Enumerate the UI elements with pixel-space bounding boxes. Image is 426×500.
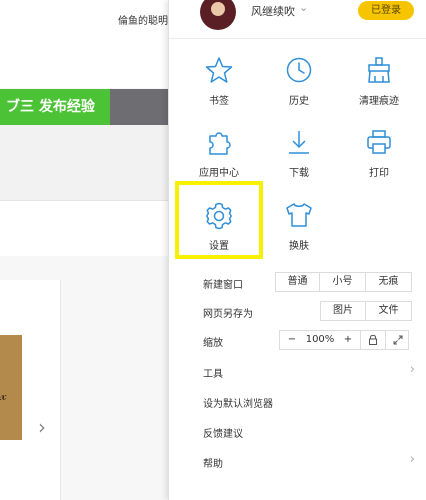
zoom-control: − 100% + bbox=[279, 330, 409, 350]
download-label: 下载 bbox=[289, 168, 309, 179]
divider bbox=[385, 331, 386, 349]
print-button[interactable]: 打印 bbox=[339, 128, 419, 188]
divider bbox=[360, 331, 361, 349]
clear-traces-button[interactable]: 清理痕迹 bbox=[339, 56, 419, 116]
feedback-label: 反馈建议 bbox=[203, 429, 243, 440]
zoom-in-button[interactable]: + bbox=[340, 331, 356, 349]
zoom-level: 100% bbox=[305, 334, 335, 345]
clear-traces-label: 清理痕迹 bbox=[359, 96, 399, 107]
shirt-icon bbox=[286, 203, 312, 227]
history-button[interactable]: 历史 bbox=[259, 56, 339, 116]
zoom-out-button[interactable]: − bbox=[284, 331, 300, 349]
username[interactable]: 风继续吹 bbox=[251, 3, 295, 19]
help-menu-item[interactable]: 帮助 › bbox=[169, 447, 426, 476]
new-window-row: 新建窗口 普通 小号 无痕 bbox=[169, 268, 426, 297]
download-button[interactable]: 下载 bbox=[259, 128, 339, 188]
clock-icon bbox=[286, 57, 312, 83]
publish-experience-button[interactable]: ブ三 发布经验 bbox=[0, 89, 110, 125]
app-center-button[interactable]: 应用中心 bbox=[179, 128, 259, 188]
user-row[interactable]: 风继续吹 ⌄ 已登录 bbox=[169, 0, 426, 39]
new-window-normal-button[interactable]: 普通 bbox=[275, 272, 320, 292]
zoom-label: 缩放 bbox=[203, 338, 223, 349]
chevron-right-icon: › bbox=[409, 362, 415, 377]
zoom-row: 缩放 − 100% + bbox=[169, 326, 426, 355]
new-window-small-button[interactable]: 小号 bbox=[320, 272, 366, 292]
change-skin-button[interactable]: 换肤 bbox=[259, 201, 339, 261]
lock-icon bbox=[369, 334, 377, 345]
feedback-item[interactable]: 反馈建议 bbox=[169, 417, 426, 446]
login-status-badge[interactable]: 已登录 bbox=[358, 1, 414, 20]
settings-highlight-box bbox=[175, 181, 263, 259]
save-page-as-label: 网页另存为 bbox=[203, 309, 253, 320]
bookmarks-label: 书签 bbox=[209, 96, 229, 107]
lock-zoom-button[interactable] bbox=[362, 331, 384, 349]
change-skin-label: 换肤 bbox=[289, 241, 309, 252]
avatar[interactable] bbox=[200, 0, 236, 30]
app-center-label: 应用中心 bbox=[199, 168, 239, 179]
save-page-as-row: 网页另存为 图片 文件 bbox=[169, 297, 426, 326]
next-arrow-icon[interactable]: › bbox=[38, 417, 46, 437]
expand-icon bbox=[393, 335, 403, 345]
tools-label: 工具 bbox=[203, 369, 223, 380]
browser-menu: 风继续吹 ⌄ 已登录 书签 历史 清理痕迹 应用中心 下载 打印 设置 换肤 新… bbox=[168, 0, 426, 500]
bookmarks-button[interactable]: 书签 bbox=[179, 56, 259, 116]
download-icon bbox=[289, 131, 309, 154]
star-icon bbox=[205, 57, 233, 83]
new-window-incognito-button[interactable]: 无痕 bbox=[366, 272, 412, 292]
printer-icon bbox=[367, 130, 391, 154]
save-as-file-button[interactable]: 文件 bbox=[366, 301, 412, 321]
chevron-down-icon[interactable]: ⌄ bbox=[299, 1, 308, 14]
chevron-right-icon: › bbox=[409, 452, 415, 467]
help-label: 帮助 bbox=[203, 459, 223, 470]
fullscreen-button[interactable] bbox=[387, 331, 409, 349]
save-as-image-button[interactable]: 图片 bbox=[320, 301, 366, 321]
broom-icon bbox=[368, 57, 390, 83]
tools-menu-item[interactable]: 工具 › bbox=[169, 357, 426, 386]
new-window-label: 新建窗口 bbox=[203, 280, 243, 291]
set-default-browser-label: 设为默认浏览器 bbox=[203, 399, 273, 410]
history-label: 历史 bbox=[289, 96, 309, 107]
puzzle-icon bbox=[209, 132, 231, 155]
print-label: 打印 bbox=[369, 168, 389, 179]
set-default-browser-item[interactable]: 设为默认浏览器 bbox=[169, 387, 426, 416]
header-text: 倫鱼的聪明 bbox=[118, 16, 168, 27]
image-ink: 𝓍 bbox=[0, 388, 7, 404]
